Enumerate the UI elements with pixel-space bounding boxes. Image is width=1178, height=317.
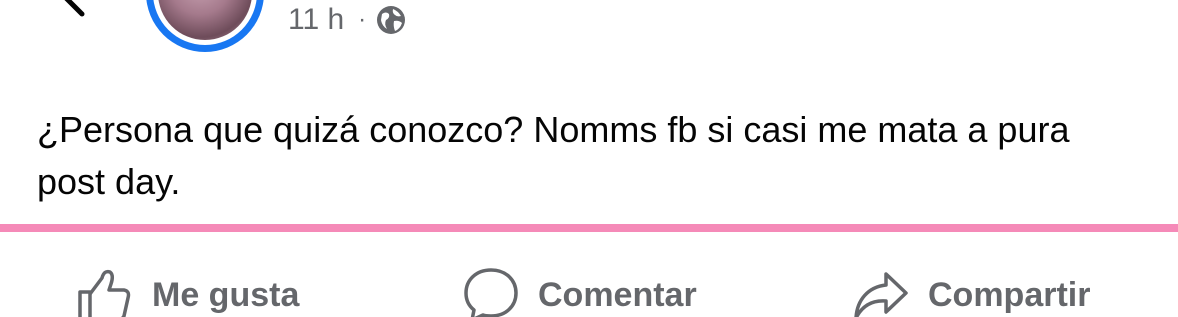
comment-button[interactable]: Comentar <box>462 262 697 317</box>
avatar[interactable] <box>146 0 264 52</box>
share-button[interactable]: Compartir <box>852 262 1090 317</box>
post-meta: 11 h · <box>288 2 406 38</box>
post-text: ¿Persona que quizá conozco? Nomms fb si … <box>37 109 1070 202</box>
meta-separator: · <box>358 6 367 33</box>
share-label: Compartir <box>928 275 1091 314</box>
divider <box>0 224 1178 232</box>
share-arrow-icon <box>854 272 908 317</box>
comment-label: Comentar <box>538 275 697 314</box>
back-arrow-icon[interactable] <box>52 0 112 30</box>
comment-bubble-icon <box>464 268 518 317</box>
post-time[interactable]: 11 h <box>288 3 344 37</box>
thumbs-up-icon <box>78 269 131 317</box>
like-label: Me gusta <box>152 275 300 314</box>
post-card: 11 h · ¿Persona que quizá conozco? Nomms… <box>0 0 1178 317</box>
like-button[interactable]: Me gusta <box>76 262 299 317</box>
globe-icon <box>377 6 406 34</box>
